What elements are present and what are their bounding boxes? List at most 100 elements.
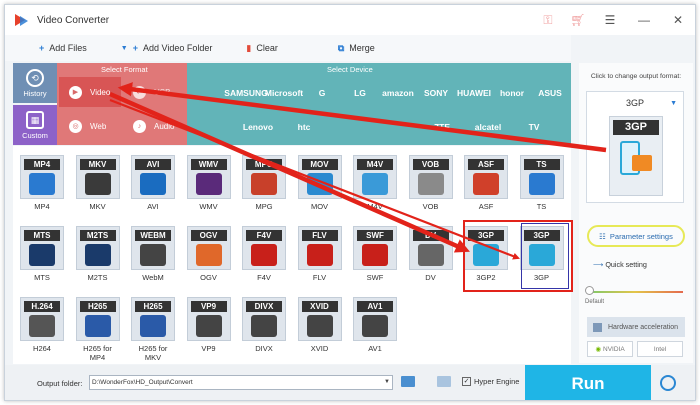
format-label: AVI <box>147 202 159 211</box>
format-tile-ts[interactable]: TS TS <box>519 155 565 211</box>
output-format-panel: Click to change output format: 3GP ▼ 3GP… <box>579 63 693 363</box>
format-tile-asf[interactable]: ASF ASF <box>463 155 509 211</box>
format-label: MKV <box>89 202 106 211</box>
format-tile-swf[interactable]: SWF SWF <box>352 226 398 282</box>
usb-category-button[interactable]: ⇌ USB <box>123 77 185 107</box>
device-row2-5[interactable]: ZTE <box>419 111 465 143</box>
close-button[interactable]: ✕ <box>661 13 695 27</box>
output-folder-label: Output folder: <box>37 379 83 388</box>
run-button[interactable]: Run <box>525 365 651 400</box>
format-label: M4V <box>367 202 383 211</box>
hardware-acceleration-toggle[interactable]: Hardware acceleration <box>587 317 685 337</box>
format-tile-m4v[interactable]: M4V M4V <box>352 155 398 211</box>
device-0[interactable] <box>189 77 227 109</box>
format-tile-webm[interactable]: WEBM WebM <box>130 226 176 282</box>
format-tile-av1[interactable]: AV1 AV1 <box>352 297 398 353</box>
alarm-clock-icon[interactable] <box>660 375 676 391</box>
intel-button[interactable]: Intel <box>637 341 683 357</box>
browse-folder-icon[interactable] <box>437 376 451 387</box>
quality-slider-handle[interactable] <box>585 286 594 295</box>
format-label: MP4 <box>34 202 50 211</box>
device-3[interactable]: G <box>303 77 341 109</box>
device-row2-3[interactable] <box>327 111 373 143</box>
device-1[interactable]: SAMSUNG <box>224 77 267 109</box>
format-icon: DV <box>408 226 453 270</box>
format-tile-mp4[interactable]: MP4 MP4 <box>19 155 65 211</box>
device-4[interactable]: LG <box>341 77 379 109</box>
add-files-button[interactable]: + Add Files <box>39 43 87 53</box>
format-badge: VOB <box>412 159 449 170</box>
format-tile-flv[interactable]: FLV FLV <box>297 226 343 282</box>
format-label: H265 for MP4 <box>83 344 112 362</box>
clear-button[interactable]: ▮ Clear <box>246 43 277 54</box>
device-row2-2[interactable]: htc <box>281 111 327 143</box>
device-2[interactable]: Microsoft <box>265 77 303 109</box>
output-folder-dropdown[interactable]: ▼ <box>381 375 393 390</box>
nvidia-button[interactable]: ◉ NVIDIA <box>587 341 633 357</box>
format-label: SWF <box>366 273 384 282</box>
audio-category-button[interactable]: ♪ Audio <box>123 111 185 141</box>
format-tile-divx[interactable]: DIVX DIVX <box>241 297 287 353</box>
chrome-icon: ◎ <box>69 119 82 133</box>
format-label: MTS <box>34 273 50 282</box>
device-row2-4[interactable] <box>373 111 419 143</box>
video-category-button[interactable]: ▶ Video <box>59 77 121 107</box>
parameter-settings-button[interactable]: ☷ Parameter settings <box>587 225 685 247</box>
format-tile-mts[interactable]: MTS MTS <box>19 226 65 282</box>
format-tile-mov[interactable]: MOV MOV <box>297 155 343 211</box>
output-format-hint: Click to change output format: <box>590 73 682 80</box>
merge-button[interactable]: ⧉ Merge <box>338 43 375 54</box>
web-category-button[interactable]: ◎ Web <box>59 111 121 141</box>
format-art <box>306 173 333 195</box>
device-row2-1[interactable]: Lenovo <box>235 111 281 143</box>
menu-icon[interactable]: ☰ <box>593 13 627 27</box>
custom-button[interactable]: ▦ Custom <box>13 105 57 145</box>
format-label: F4V <box>257 273 271 282</box>
format-tile-xvid[interactable]: XVID XVID <box>297 297 343 353</box>
format-tile-m2ts[interactable]: M2TS M2TS <box>75 226 121 282</box>
device-7[interactable]: HUAWEI <box>455 77 493 109</box>
sliders-icon: ☷ <box>599 231 606 241</box>
format-tile-h265-for-mp4[interactable]: H265 H265 for MP4 <box>75 297 121 362</box>
title-bar: Video Converter ⚿ 🛒︎ ☰ — ✕ <box>5 5 695 35</box>
format-art <box>528 173 555 195</box>
add-files-label: Add Files <box>49 43 87 53</box>
add-video-folder-button[interactable]: ▼ + Add Video Folder <box>121 43 213 53</box>
device-5[interactable]: amazon <box>379 77 417 109</box>
format-tile-vp9[interactable]: VP9 VP9 <box>186 297 232 353</box>
format-icon: MKV <box>75 155 120 199</box>
format-tile-wmv[interactable]: WMV WMV <box>186 155 232 211</box>
device-row2-6[interactable]: alcatel <box>465 111 511 143</box>
open-folder-icon[interactable] <box>401 376 415 387</box>
format-icon: WMV <box>186 155 231 199</box>
format-tile-h265-for-mkv[interactable]: H265 H265 for MKV <box>130 297 176 362</box>
format-tile-avi[interactable]: AVI AVI <box>130 155 176 211</box>
output-folder-input[interactable] <box>89 375 393 390</box>
format-tile-h264[interactable]: H.264 H264 <box>19 297 65 353</box>
output-format-selector[interactable]: 3GP ▼ 3GP <box>586 91 684 203</box>
format-tile-mpg[interactable]: MPG MPG <box>241 155 287 211</box>
device-6[interactable]: SONY <box>417 77 455 109</box>
device-row2-0[interactable] <box>189 111 235 143</box>
device-9[interactable]: ASUS <box>531 77 569 109</box>
format-badge: WMV <box>190 159 227 170</box>
app-logo-icon <box>15 12 31 28</box>
quality-slider[interactable] <box>587 291 683 293</box>
hyper-engine-checkbox[interactable]: ✓ Hyper Engine <box>462 377 519 386</box>
format-badge: FLV <box>301 230 338 241</box>
format-tile-mkv[interactable]: MKV MKV <box>75 155 121 211</box>
format-label: M2TS <box>87 273 108 282</box>
format-tile-dv[interactable]: DV DV <box>408 226 454 282</box>
device-row2-7[interactable]: TV <box>511 111 557 143</box>
format-icon: TS <box>519 155 564 199</box>
key-icon[interactable]: ⚿ <box>533 13 563 28</box>
history-button[interactable]: ⟲ History <box>13 63 57 103</box>
format-label: TS <box>536 202 547 211</box>
format-tile-ogv[interactable]: OGV OGV <box>186 226 232 282</box>
format-tile-f4v[interactable]: F4V F4V <box>241 226 287 282</box>
usb-icon: ⇌ <box>133 85 146 99</box>
format-tile-vob[interactable]: VOB VOB <box>408 155 454 211</box>
device-8[interactable]: honor <box>493 77 531 109</box>
minimize-button[interactable]: — <box>627 13 661 27</box>
cart-icon[interactable]: 🛒︎ <box>563 13 593 27</box>
